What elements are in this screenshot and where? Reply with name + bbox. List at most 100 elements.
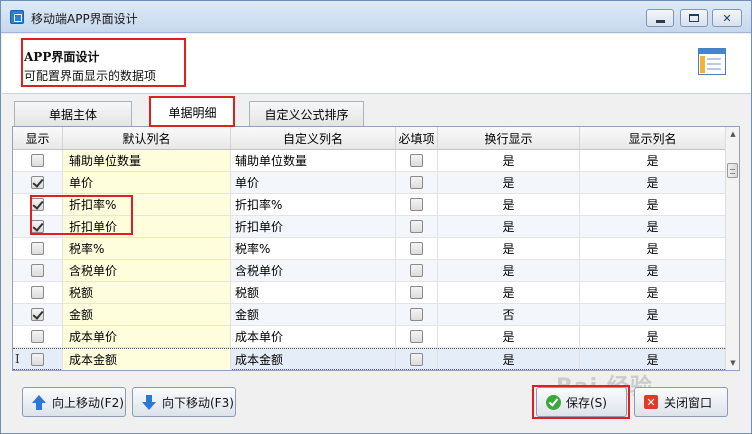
cell-show-name[interactable]: 是 (580, 304, 725, 325)
column-header-required[interactable]: 必填项 (396, 127, 438, 149)
cell-show (13, 238, 63, 259)
required-checkbox[interactable] (410, 176, 423, 189)
table-row[interactable]: 含税单价 含税单价 是是 (13, 260, 725, 282)
cell-show-name[interactable]: 是 (580, 150, 725, 171)
cell-show-name[interactable]: 是 (580, 349, 725, 370)
cell-custom-name[interactable]: 单价 (231, 172, 396, 193)
cell-default-name: 辅助单位数量 (63, 150, 231, 171)
cell-custom-name[interactable]: 金额 (231, 304, 396, 325)
table-row[interactable]: 税率% 税率% 是是 (13, 238, 725, 260)
scroll-up-icon[interactable]: ▲ (726, 127, 740, 141)
tab-document-main[interactable]: 单据主体 (14, 101, 132, 126)
column-header-wrap[interactable]: 换行显示 (438, 127, 580, 149)
cell-default-name: 折扣单价 (63, 216, 231, 237)
arrow-down-icon (141, 394, 157, 410)
cell-wrap[interactable]: 是 (438, 172, 580, 193)
tab-custom-formula-sort[interactable]: 自定义公式排序 (249, 101, 364, 126)
scroll-thumb[interactable] (727, 163, 738, 178)
cell-wrap[interactable]: 是 (438, 349, 580, 370)
show-checkbox[interactable] (31, 286, 44, 299)
required-checkbox[interactable] (410, 330, 423, 343)
cell-custom-name[interactable]: 折扣率% (231, 194, 396, 215)
maximize-button[interactable] (680, 9, 708, 27)
required-checkbox[interactable] (410, 308, 423, 321)
cell-wrap[interactable]: 是 (438, 216, 580, 237)
show-checkbox[interactable] (31, 198, 44, 211)
scroll-down-icon[interactable]: ▼ (726, 356, 740, 370)
check-circle-icon (545, 394, 561, 410)
cell-default-name: 单价 (63, 172, 231, 193)
show-checkbox[interactable] (31, 242, 44, 255)
column-header-default-name[interactable]: 默认列名 (63, 127, 231, 149)
cell-custom-name[interactable]: 成本金额 (231, 349, 396, 370)
minimize-button[interactable] (646, 9, 674, 27)
cell-show (13, 326, 63, 347)
cell-show-name[interactable]: 是 (580, 326, 725, 347)
cell-default-name: 金额 (63, 304, 231, 325)
cell-show (13, 282, 63, 303)
cell-custom-name[interactable]: 税率% (231, 238, 396, 259)
cell-wrap[interactable]: 是 (438, 326, 580, 347)
cell-required (396, 326, 438, 347)
show-checkbox[interactable] (31, 154, 44, 167)
show-checkbox[interactable] (31, 176, 44, 189)
required-checkbox[interactable] (410, 353, 423, 366)
move-down-button[interactable]: 向下移动(F3) (132, 387, 236, 417)
move-up-button[interactable]: 向上移动(F2) (22, 387, 126, 417)
title-bar[interactable]: 移动端APP界面设计 ✕ (1, 1, 751, 33)
cell-show-name[interactable]: 是 (580, 216, 725, 237)
table-row[interactable]: 成本单价 成本单价 是是 (13, 326, 725, 348)
required-checkbox[interactable] (410, 286, 423, 299)
cell-show-name[interactable]: 是 (580, 282, 725, 303)
cell-wrap[interactable]: 是 (438, 194, 580, 215)
column-header-show[interactable]: 显示 (13, 127, 63, 149)
required-checkbox[interactable] (410, 242, 423, 255)
grid-header: 显示 默认列名 自定义列名 必填项 换行显示 显示列名 (13, 127, 725, 150)
move-down-label: 向下移动(F3) (162, 395, 234, 410)
cell-show-name[interactable]: 是 (580, 194, 725, 215)
cell-custom-name[interactable]: 成本单价 (231, 326, 396, 347)
cell-custom-name[interactable]: 辅助单位数量 (231, 150, 396, 171)
cell-show (13, 260, 63, 281)
show-checkbox[interactable] (31, 353, 44, 366)
table-row[interactable]: 折扣率% 折扣率% 是是 (13, 194, 725, 216)
close-window-label: 关闭窗口 (664, 395, 713, 410)
table-row[interactable]: 辅助单位数量 辅助单位数量 是是 (13, 150, 725, 172)
page-title: APP界面设计 (24, 50, 100, 64)
table-row[interactable]: 税额 税额 是是 (13, 282, 725, 304)
table-row[interactable]: 单价 单价 是是 (13, 172, 725, 194)
cell-show-name[interactable]: 是 (580, 260, 725, 281)
column-header-show-name[interactable]: 显示列名 (580, 127, 725, 149)
table-row[interactable]: 金额 金额 否是 (13, 304, 725, 326)
show-checkbox[interactable] (31, 264, 44, 277)
cell-custom-name[interactable]: 税额 (231, 282, 396, 303)
cell-custom-name[interactable]: 含税单价 (231, 260, 396, 281)
cell-required (396, 150, 438, 171)
show-checkbox[interactable] (31, 220, 44, 233)
cell-show-name[interactable]: 是 (580, 238, 725, 259)
table-row[interactable]: I 成本金额 成本金额是是 (13, 348, 725, 370)
cell-wrap[interactable]: 是 (438, 282, 580, 303)
table-row[interactable]: 折扣单价 折扣单价 是是 (13, 216, 725, 238)
save-button[interactable]: 保存(S) (536, 387, 627, 417)
cell-wrap[interactable]: 是 (438, 150, 580, 171)
show-checkbox[interactable] (31, 330, 44, 343)
cell-wrap[interactable]: 是 (438, 260, 580, 281)
window-close-button[interactable]: ✕ (712, 9, 742, 27)
show-checkbox[interactable] (31, 308, 44, 321)
fields-grid[interactable]: 显示 默认列名 自定义列名 必填项 换行显示 显示列名 辅助单位数量 辅助单位数量… (12, 126, 740, 371)
cell-wrap[interactable]: 是 (438, 238, 580, 259)
required-checkbox[interactable] (410, 264, 423, 277)
column-header-custom-name[interactable]: 自定义列名 (231, 127, 396, 149)
cell-show (13, 194, 63, 215)
cell-required (396, 282, 438, 303)
tab-document-detail[interactable]: 单据明细 (150, 97, 235, 127)
cell-show-name[interactable]: 是 (580, 172, 725, 193)
vertical-scrollbar[interactable]: ▲ ▼ (725, 127, 739, 370)
required-checkbox[interactable] (410, 198, 423, 211)
cell-wrap[interactable]: 否 (438, 304, 580, 325)
required-checkbox[interactable] (410, 220, 423, 233)
required-checkbox[interactable] (410, 154, 423, 167)
close-window-button[interactable]: ✕ 关闭窗口 (634, 387, 728, 417)
cell-custom-name[interactable]: 折扣单价 (231, 216, 396, 237)
